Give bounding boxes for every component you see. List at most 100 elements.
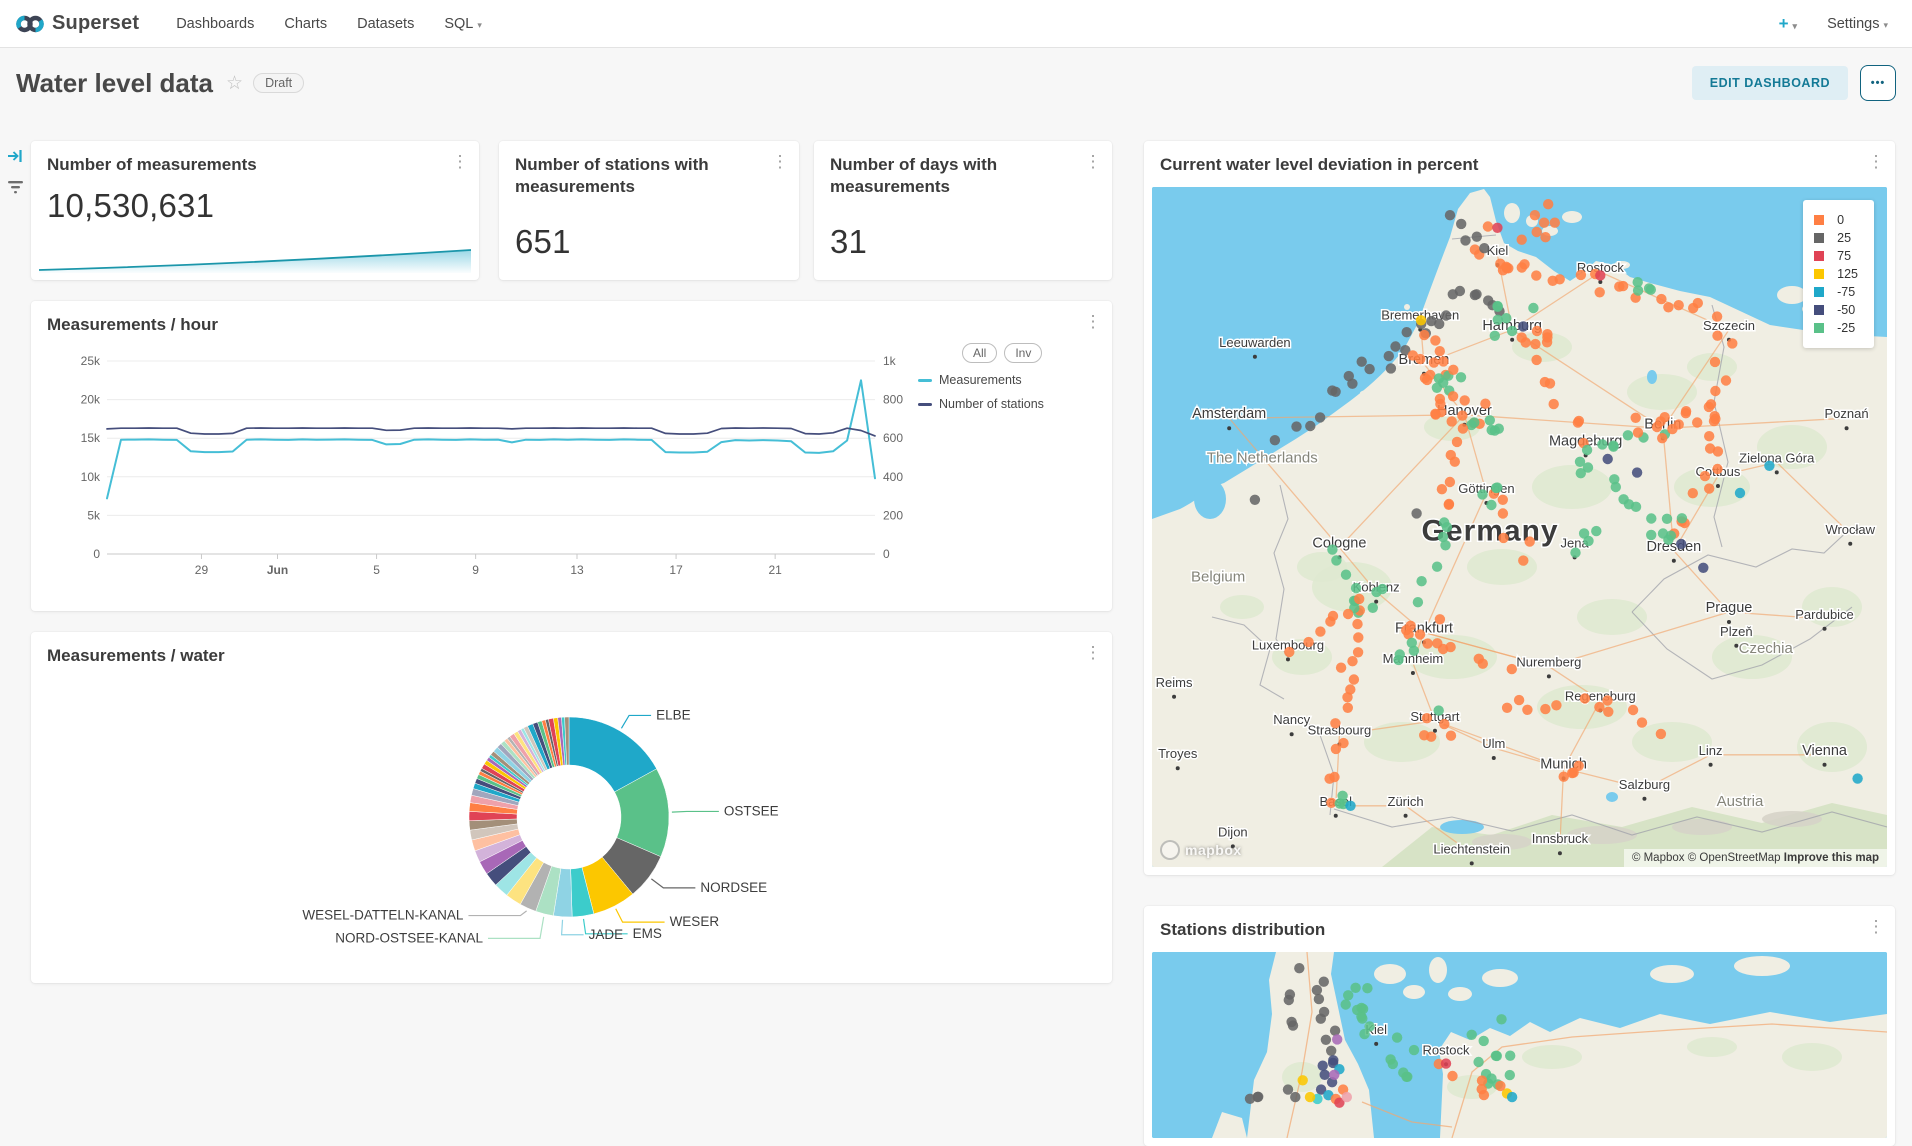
station-dot: [1455, 286, 1465, 296]
line-chart[interactable]: 005k20010k40015k60020k80025k1k29Jun59131…: [55, 341, 905, 601]
superset-logo[interactable]: Superset: [16, 12, 139, 35]
station-dot: [1347, 656, 1357, 666]
y-axis-tick-right: 600: [883, 431, 903, 445]
map-city-label: Zielona Góra: [1739, 450, 1815, 465]
station-dot: [1674, 300, 1684, 310]
map-legend-item[interactable]: -50: [1814, 303, 1858, 317]
city-dot: [1492, 756, 1496, 760]
card-menu-button[interactable]: ⋮: [1082, 312, 1104, 332]
chart-card-deviation-map: Current water level deviation in percent…: [1144, 141, 1895, 875]
map-legend-item[interactable]: -75: [1814, 285, 1858, 299]
station-dot: [1430, 335, 1440, 345]
station-dot: [1422, 713, 1432, 723]
city-dot: [1734, 644, 1738, 648]
station-dot: [1460, 395, 1470, 405]
donut-chart[interactable]: ELBEOSTSEENORDSEEWESEREMSJADENORD-OSTSEE…: [55, 672, 1088, 975]
donut-label-leader: [562, 920, 584, 935]
deviation-map[interactable]: LeeuwardenAmsterdamThe NetherlandsBelgiu…: [1152, 187, 1887, 867]
station-dot: [1440, 540, 1450, 550]
nav-item-charts[interactable]: Charts: [269, 0, 342, 48]
expand-filter-bar-button[interactable]: [6, 147, 24, 170]
map-city-label: Ulm: [1482, 736, 1505, 751]
metric-title: Number of days with measurements: [830, 154, 1066, 199]
edit-dashboard-button[interactable]: EDIT DASHBOARD: [1692, 66, 1848, 100]
map-city-label: Plzeň: [1720, 624, 1753, 639]
station-dot: [1318, 1061, 1328, 1071]
lake: [1194, 479, 1226, 519]
station-dot: [1505, 1051, 1515, 1061]
superset-infinity-icon: [16, 14, 44, 34]
station-dot: [1283, 1084, 1293, 1094]
map-city-label: Leeuwarden: [1219, 335, 1291, 350]
station-dot: [1485, 415, 1495, 425]
station-dot: [1385, 1054, 1395, 1064]
map-legend-item[interactable]: -25: [1814, 321, 1858, 335]
city-dot: [1558, 851, 1562, 855]
station-dot: [1442, 522, 1452, 532]
station-dot: [1305, 421, 1315, 431]
map-city-label: Poznań: [1825, 406, 1869, 421]
station-dot: [1518, 321, 1528, 331]
mapbox-logo[interactable]: mapbox: [1160, 840, 1242, 860]
card-menu-button[interactable]: ⋮: [449, 152, 471, 172]
island: [1360, 390, 1376, 396]
metric-card-measurements: Number of measurements ⋮ 10,530,631: [31, 141, 479, 280]
filter-icon-button[interactable]: [7, 179, 24, 201]
station-dot: [1492, 482, 1502, 492]
map-legend-item[interactable]: 25: [1814, 231, 1858, 245]
legend-all-button[interactable]: All: [962, 343, 997, 363]
station-dot: [1445, 210, 1455, 220]
station-dot: [1332, 1034, 1342, 1044]
station-dot: [1284, 995, 1294, 1005]
stations-map[interactable]: KielRostock: [1152, 952, 1887, 1138]
legend-inv-button[interactable]: Inv: [1004, 343, 1042, 363]
card-menu-button[interactable]: ⋮: [1865, 152, 1887, 172]
map-legend-item[interactable]: 125: [1814, 267, 1858, 281]
station-dot: [1576, 270, 1586, 280]
legend-swatch: [1814, 287, 1824, 297]
map-region-label: The Netherlands: [1207, 449, 1318, 466]
nav-item-sql[interactable]: SQL▾: [429, 0, 497, 48]
card-menu-button[interactable]: ⋮: [1082, 643, 1104, 663]
new-item-button[interactable]: +▾: [1779, 14, 1797, 34]
legend-item[interactable]: Number of stations: [918, 397, 1100, 411]
station-dot: [1574, 416, 1584, 426]
station-dot: [1501, 313, 1511, 323]
station-dot: [1662, 514, 1672, 524]
station-dot: [1328, 611, 1338, 621]
station-dot: [1329, 1070, 1339, 1080]
card-menu-button[interactable]: ⋮: [769, 152, 791, 172]
station-dot: [1727, 338, 1737, 348]
station-dot: [1656, 294, 1666, 304]
map-legend-item[interactable]: 0: [1814, 213, 1858, 227]
map-region-label: Austria: [1717, 793, 1764, 810]
card-menu-button[interactable]: ⋮: [1865, 917, 1887, 937]
chart-card-stations-map: Stations distribution ⋮ KielRostock: [1144, 906, 1895, 1146]
city-dot: [1176, 766, 1180, 770]
improve-map-link[interactable]: Improve this map: [1784, 852, 1879, 864]
station-dot: [1473, 1057, 1483, 1067]
legend-item[interactable]: Measurements: [918, 373, 1100, 387]
station-dot: [1632, 467, 1642, 477]
legend-swatch: [1814, 233, 1824, 243]
station-dot: [1502, 703, 1512, 713]
station-dot: [1330, 1026, 1340, 1036]
nav-item-datasets[interactable]: Datasets: [342, 0, 429, 48]
station-dot: [1353, 632, 1363, 642]
map-legend-item[interactable]: 75: [1814, 249, 1858, 263]
forest-patch: [1687, 1037, 1737, 1057]
y-axis-tick-left: 5k: [87, 508, 101, 522]
dashboard-more-button[interactable]: •••: [1860, 65, 1896, 101]
map-city-label: Reims: [1156, 675, 1193, 690]
station-dot: [1594, 702, 1604, 712]
station-dot: [1357, 357, 1367, 367]
card-menu-button[interactable]: ⋮: [1082, 152, 1104, 172]
station-dot: [1368, 603, 1378, 613]
station-dot: [1595, 287, 1605, 297]
station-dot: [1611, 482, 1621, 492]
nav-item-dashboards[interactable]: Dashboards: [161, 0, 269, 48]
settings-menu[interactable]: Settings▾: [1827, 16, 1888, 32]
map-region-label: Belgium: [1191, 568, 1245, 585]
favorite-star-icon[interactable]: ☆: [226, 72, 243, 95]
station-dot: [1467, 1030, 1477, 1040]
